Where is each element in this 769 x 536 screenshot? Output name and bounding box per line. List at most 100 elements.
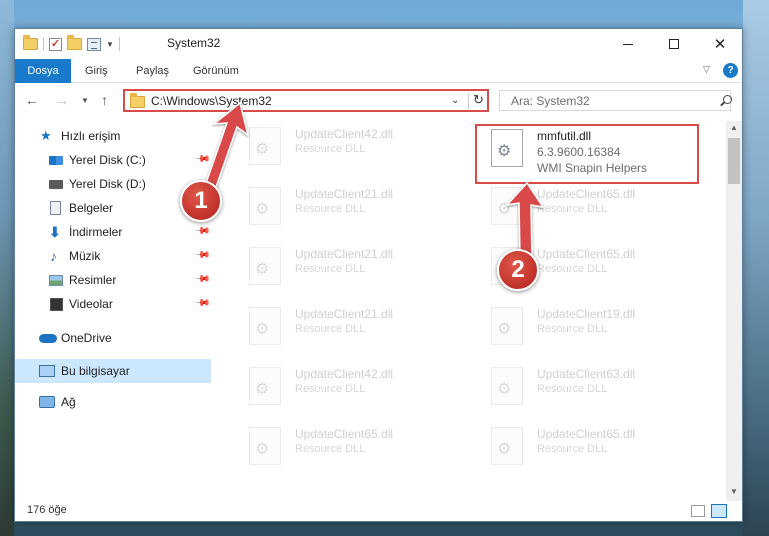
network-icon xyxy=(39,396,55,408)
item-count: 176 öğe xyxy=(27,504,67,516)
file-description: Resource DLL xyxy=(537,323,608,335)
minimize-icon xyxy=(623,43,633,45)
scroll-up-chevron-icon[interactable]: ▲ xyxy=(730,123,738,132)
pin-icon[interactable]: 📌 xyxy=(194,295,211,312)
highlight-box-file xyxy=(475,124,699,184)
file-description: Resource DLL xyxy=(537,383,608,395)
pin-icon[interactable]: 📌 xyxy=(194,247,211,264)
drive-icon xyxy=(49,179,63,189)
maximize-button[interactable] xyxy=(651,29,697,59)
tab-share[interactable]: Paylaş xyxy=(136,59,169,83)
back-arrow-icon[interactable]: ← xyxy=(25,92,39,108)
star-icon: ★ xyxy=(40,128,52,143)
folder-icon xyxy=(23,35,38,50)
pin-icon[interactable]: 📌 xyxy=(194,271,211,288)
file-description: Resource DLL xyxy=(537,263,608,275)
address-bar[interactable]: C:\Windows\System32 ⌄ ↻ xyxy=(123,89,489,112)
sidebar-item-label: Müzik xyxy=(69,249,101,263)
pin-icon[interactable]: 📌 xyxy=(194,151,211,168)
new-folder-icon[interactable] xyxy=(67,35,82,50)
step-badge-2: 2 xyxy=(497,249,539,291)
navigation-bar: ← → ▼ ↑ C:\Windows\System32 ⌄ ↻ xyxy=(15,84,742,118)
sidebar-item-label: İndirmeler xyxy=(69,225,123,239)
address-path[interactable]: C:\Windows\System32 xyxy=(151,94,272,108)
file-name: UpdateClient65.dll xyxy=(295,427,394,441)
forward-arrow-icon[interactable]: → xyxy=(55,92,69,108)
file-tile[interactable]: UpdateClient42.dll Resource DLL xyxy=(235,361,467,413)
vertical-scrollbar[interactable]: ▲ ▼ xyxy=(726,121,742,501)
address-separator xyxy=(468,93,469,109)
sidebar-item-downloads[interactable]: ⬇ İndirmeler 📌 xyxy=(15,221,211,243)
file-name: UpdateClient21.dll xyxy=(295,307,394,321)
file-name: UpdateClient63.dll xyxy=(537,367,636,381)
refresh-icon[interactable]: ↻ xyxy=(473,92,484,108)
recent-locations-chevron-icon[interactable]: ▼ xyxy=(81,96,89,105)
file-tile[interactable]: UpdateClient65.dll Resource DLL xyxy=(235,421,467,473)
dll-file-icon xyxy=(249,427,281,465)
customize-toolbar-chevron-icon[interactable]: ▼ xyxy=(106,40,114,49)
drive-icon xyxy=(49,155,63,165)
sidebar-item-onedrive[interactable]: OneDrive xyxy=(15,327,211,349)
title-bar: ✓ ▼ System32 ✕ xyxy=(15,29,742,59)
sidebar-item-videos[interactable]: Videolar 📌 xyxy=(15,293,211,315)
file-tile[interactable]: UpdateClient42.dll Resource DLL xyxy=(235,121,467,173)
sidebar-item-this-pc[interactable]: Bu bilgisayar xyxy=(15,359,211,383)
dll-file-icon xyxy=(249,127,281,165)
file-tile[interactable]: UpdateClient65.dll Resource DLL xyxy=(477,421,709,473)
sidebar-item-network[interactable]: Ağ xyxy=(15,391,211,413)
minimize-button[interactable] xyxy=(605,29,651,59)
address-folder-icon xyxy=(130,93,145,108)
scrollbar-thumb[interactable] xyxy=(728,138,740,184)
pin-icon[interactable]: 📌 xyxy=(194,223,211,240)
desktop-background-left xyxy=(0,0,14,536)
download-icon: ⬇ xyxy=(49,223,61,240)
sidebar-item-pictures[interactable]: Resimler 📌 xyxy=(15,269,211,291)
tab-view[interactable]: Görünüm xyxy=(193,59,239,83)
search-input[interactable] xyxy=(500,91,700,110)
file-tile[interactable]: UpdateClient21.dll Resource DLL xyxy=(235,241,467,293)
sidebar-item-label: Bu bilgisayar xyxy=(61,364,130,378)
dll-file-icon xyxy=(491,187,523,225)
computer-icon xyxy=(39,365,55,377)
file-tile[interactable]: UpdateClient21.dll Resource DLL xyxy=(235,301,467,353)
details-view-icon[interactable] xyxy=(691,505,705,517)
window-title: System32 xyxy=(167,36,221,50)
dll-file-icon xyxy=(249,367,281,405)
expand-ribbon-chevron-icon[interactable]: ▽ xyxy=(703,64,710,75)
sidebar-item-label: OneDrive xyxy=(61,331,112,345)
sidebar-item-music[interactable]: ♪ Müzik 📌 xyxy=(15,245,211,267)
file-description: Resource DLL xyxy=(295,143,366,155)
properties-icon[interactable] xyxy=(87,37,101,51)
tiles-view-icon[interactable] xyxy=(711,504,727,518)
sidebar-item-label: Resimler xyxy=(69,273,117,287)
address-dropdown-chevron-icon[interactable]: ⌄ xyxy=(451,95,459,106)
file-name: UpdateClient21.dll xyxy=(295,247,394,261)
file-tile[interactable]: UpdateClient19.dll Resource DLL xyxy=(477,301,709,353)
up-arrow-icon[interactable]: ↑ xyxy=(101,92,108,108)
file-tile[interactable]: UpdateClient65.dll Resource DLL xyxy=(477,181,709,233)
documents-icon xyxy=(50,201,61,215)
file-description: Resource DLL xyxy=(537,443,608,455)
file-description: Resource DLL xyxy=(295,263,366,275)
file-explorer-window: ✓ ▼ System32 ✕ Dosya Giriş Paylaş Görünü… xyxy=(14,28,743,522)
file-tile[interactable]: UpdateClient21.dll Resource DLL xyxy=(235,181,467,233)
sidebar-item-label: Hızlı erişim xyxy=(61,129,121,143)
file-name: UpdateClient19.dll xyxy=(537,307,636,321)
sidebar-item-label: Yerel Disk (D:) xyxy=(69,177,146,191)
close-button[interactable]: ✕ xyxy=(697,29,743,59)
properties-check-icon[interactable]: ✓ xyxy=(49,37,62,51)
scroll-down-chevron-icon[interactable]: ▼ xyxy=(730,487,738,496)
dll-file-icon xyxy=(249,307,281,345)
toolbar-separator xyxy=(118,37,120,51)
dll-file-icon xyxy=(249,247,281,285)
file-name: UpdateClient65.dll xyxy=(537,427,636,441)
sidebar-item-local-disk-c[interactable]: Yerel Disk (C:) 📌 xyxy=(15,149,211,171)
tab-home[interactable]: Giriş xyxy=(85,59,108,83)
search-icon[interactable] xyxy=(723,95,732,104)
search-box[interactable] xyxy=(499,90,732,111)
file-name: UpdateClient65.dll xyxy=(537,187,636,201)
tab-file[interactable]: Dosya xyxy=(15,59,71,83)
file-tile[interactable]: UpdateClient63.dll Resource DLL xyxy=(477,361,709,413)
sidebar-item-quick-access[interactable]: ★ Hızlı erişim xyxy=(15,125,211,147)
help-icon[interactable]: ? xyxy=(723,63,738,78)
